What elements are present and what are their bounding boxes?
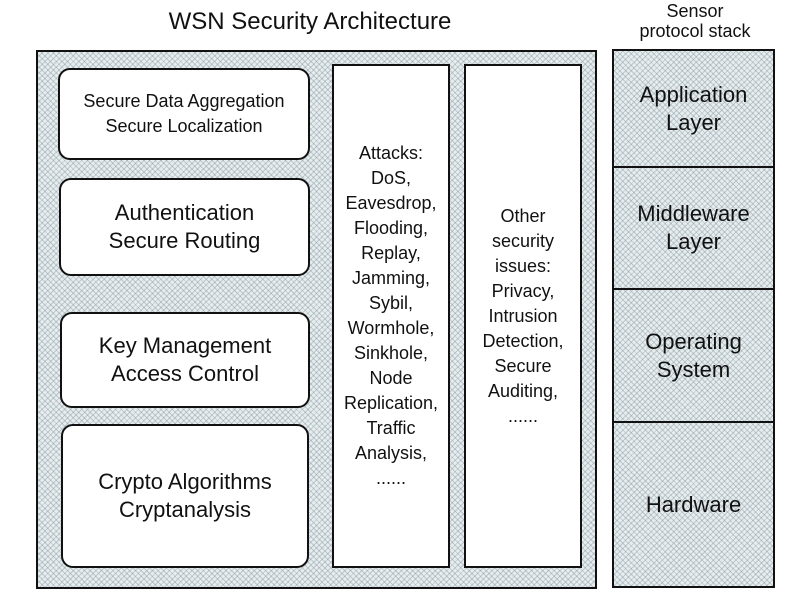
box-line: Secure Routing (108, 228, 261, 253)
box-crypto-algorithms: Crypto Algorithms Cryptanalysis (61, 424, 309, 568)
attacks-column: Attacks: DoS, Eavesdrop, Flooding, Repla… (332, 64, 450, 568)
box-line: Access Control (111, 361, 259, 386)
layer-label: Middleware (637, 201, 750, 226)
attack-item: Eavesdrop, (345, 193, 437, 213)
layer-label: System (656, 356, 731, 382)
attack-item: DoS, (370, 168, 412, 188)
box-line: Authentication (114, 200, 255, 225)
protocol-stack-panel: Application Layer Middleware Layer Opera… (612, 49, 775, 588)
attack-item: Replication, (343, 393, 439, 413)
protocol-stack-title: Sensor protocol stack (615, 1, 775, 41)
box-line: Secure Localization (105, 116, 263, 136)
issue-item: ...... (507, 405, 538, 426)
issue-item: Intrusion (488, 305, 558, 326)
box-line: Secure Data Aggregation (83, 91, 285, 111)
attack-item: ...... (375, 468, 406, 488)
layer-label: Hardware (645, 491, 742, 517)
attack-item: Replay, (361, 243, 421, 263)
issue-item: security (491, 230, 554, 251)
box-authentication-routing: Authentication Secure Routing (59, 178, 310, 276)
box-key-management: Key Management Access Control (60, 312, 310, 408)
issue-item: Auditing, (487, 380, 559, 401)
issue-item: Privacy, (491, 280, 555, 301)
attack-item: Wormhole, (347, 318, 435, 338)
attack-item: Sinkhole, (353, 343, 429, 363)
layer-middleware: Middleware Layer (614, 168, 773, 290)
box-secure-data-aggregation: Secure Data Aggregation Secure Localizat… (58, 68, 310, 160)
layer-label: Application (639, 81, 748, 107)
layer-hardware: Hardware (614, 423, 773, 586)
attack-item: Traffic (366, 418, 416, 438)
box-line: Crypto Algorithms (98, 469, 272, 494)
attack-item: Node (369, 368, 413, 388)
protocol-stack-title-line-2: protocol stack (639, 21, 751, 41)
other-security-issues-column: Other security issues: Privacy, Intrusio… (464, 64, 582, 568)
attack-item: Flooding, (353, 218, 429, 238)
layer-application: Application Layer (614, 51, 773, 168)
attack-item: Analysis, (354, 443, 428, 463)
layer-operating-system: Operating System (614, 290, 773, 423)
issue-item: Detection, (482, 330, 564, 351)
architecture-title: WSN Security Architecture (168, 8, 452, 35)
layer-label: Layer (665, 229, 722, 254)
attack-item: Attacks: (358, 143, 424, 163)
attack-item: Sybil, (368, 293, 413, 313)
layer-label: Operating (645, 328, 742, 354)
box-line: Key Management (98, 333, 272, 358)
box-line: Cryptanalysis (118, 497, 252, 522)
attack-item: Jamming, (351, 268, 431, 288)
issue-item: Secure (494, 355, 552, 376)
protocol-stack-title-line-1: Sensor (666, 1, 724, 21)
issue-item: Other (500, 205, 546, 226)
issue-item: issues: (494, 255, 552, 276)
layer-label: Layer (665, 109, 722, 135)
